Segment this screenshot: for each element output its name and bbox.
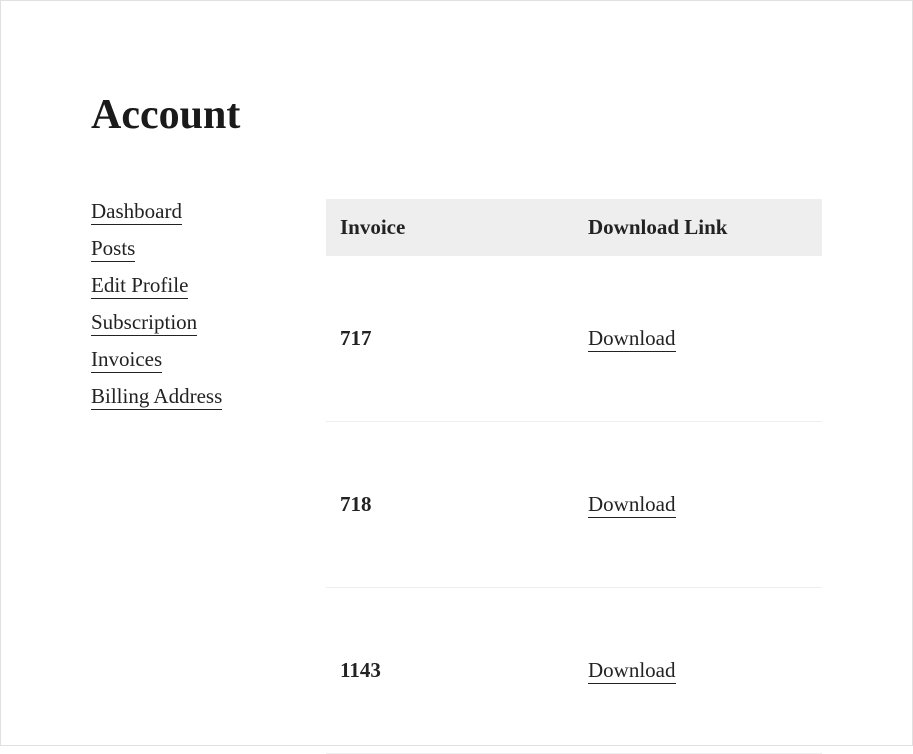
sidebar-item-invoices[interactable]: Invoices (91, 347, 162, 373)
invoice-number: 1143 (326, 588, 574, 754)
sidebar-item-dashboard[interactable]: Dashboard (91, 199, 182, 225)
download-link[interactable]: Download (588, 658, 676, 684)
table-header-invoice: Invoice (326, 199, 574, 256)
sidebar-item-subscription[interactable]: Subscription (91, 310, 197, 336)
download-link[interactable]: Download (588, 326, 676, 352)
invoices-table: Invoice Download Link 717 Download 718 D… (326, 199, 822, 754)
invoice-number: 717 (326, 256, 574, 422)
download-link[interactable]: Download (588, 492, 676, 518)
table-row: 718 Download (326, 422, 822, 588)
invoices-content: Invoice Download Link 717 Download 718 D… (326, 199, 822, 754)
table-row: 1143 Download (326, 588, 822, 754)
sidebar-item-edit-profile[interactable]: Edit Profile (91, 273, 188, 299)
sidebar-item-posts[interactable]: Posts (91, 236, 135, 262)
invoice-number: 718 (326, 422, 574, 588)
table-header-download: Download Link (574, 199, 822, 256)
account-sidebar: Dashboard Posts Edit Profile Subscriptio… (91, 199, 306, 754)
sidebar-item-billing-address[interactable]: Billing Address (91, 384, 222, 410)
table-row: 717 Download (326, 256, 822, 422)
account-layout: Dashboard Posts Edit Profile Subscriptio… (91, 199, 822, 754)
page-title: Account (91, 91, 822, 139)
